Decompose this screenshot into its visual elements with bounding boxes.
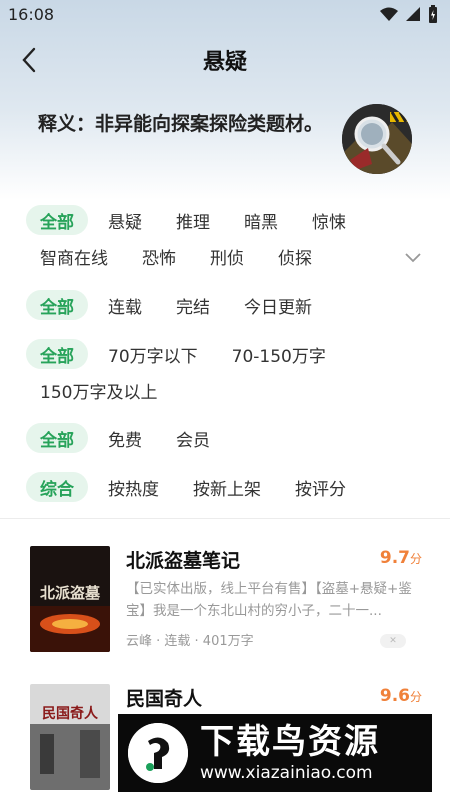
filter-price-vip[interactable]: 会员 — [162, 423, 224, 453]
filter-category-smart[interactable]: 智商在线 — [26, 241, 122, 271]
close-icon[interactable]: ✕ — [380, 634, 406, 648]
filter-price-all[interactable]: 全部 — [26, 423, 88, 453]
filter-category-suspense[interactable]: 悬疑 — [94, 205, 156, 235]
nav-bar: 悬疑 — [0, 38, 450, 82]
sort-popularity[interactable]: 按热度 — [94, 472, 173, 502]
status-icons — [380, 5, 438, 23]
bird-logo-icon — [128, 723, 188, 783]
filter-price-row: 全部 免费 会员 — [26, 423, 224, 453]
book-item[interactable]: 北派盗墓 北派盗墓笔记 9.7分 【已实体出版，线上平台有售】【盗墓+悬疑+鉴宝… — [30, 546, 430, 656]
book-meta: 云峰 · 连载 · 401万字 — [126, 634, 254, 649]
book-score: 9.7分 — [379, 548, 422, 568]
filter-length-all[interactable]: 全部 — [26, 339, 88, 369]
filter-sort-row: 综合 按热度 按新上架 按评分 — [26, 472, 360, 502]
book-cover-text: 民国奇人 — [42, 705, 99, 722]
book-cover-text: 北派盗墓 — [40, 584, 101, 602]
book-score: 9.6分 — [379, 686, 422, 706]
battery-icon — [429, 5, 437, 23]
chevron-left-icon — [22, 47, 36, 73]
filter-status-complete[interactable]: 完结 — [162, 290, 224, 320]
filter-status-serial[interactable]: 连载 — [94, 290, 156, 320]
genre-cover-image — [342, 104, 412, 174]
filter-category-horror[interactable]: 恐怖 — [128, 241, 190, 271]
filter-category-criminal[interactable]: 刑侦 — [196, 241, 258, 271]
watermark-title: 下载鸟资源 — [200, 722, 380, 762]
filter-length-under70[interactable]: 70万字以下 — [94, 339, 212, 369]
filter-category-reasoning[interactable]: 推理 — [162, 205, 224, 235]
book-description: 【已实体出版，线上平台有售】【盗墓+悬疑+鉴宝】我是一个东北山村的穷小子，二十一… — [126, 581, 412, 619]
book-title: 民国奇人 — [126, 688, 203, 710]
filter-status-all[interactable]: 全部 — [26, 290, 88, 320]
status-bar: 16:08 — [0, 0, 450, 28]
filter-length-row1: 全部 70万字以下 70-150万字 — [26, 339, 340, 369]
chevron-down-icon[interactable] — [402, 246, 424, 268]
filter-length-over150[interactable]: 150万字及以上 — [26, 375, 171, 405]
sort-overall[interactable]: 综合 — [26, 472, 88, 502]
filter-category-row2: 智商在线 恐怖 刑侦 侦探 — [26, 241, 326, 271]
filter-category-all[interactable]: 全部 — [26, 205, 88, 235]
sort-rating[interactable]: 按评分 — [281, 472, 360, 502]
filter-category-detective[interactable]: 侦探 — [264, 241, 326, 271]
filter-length-row2: 150万字及以上 — [26, 375, 171, 405]
watermark-text: 下载鸟资源 www.xiazainiao.com — [200, 722, 380, 784]
back-button[interactable] — [14, 44, 44, 76]
filter-category-row1: 全部 悬疑 推理 暗黑 惊悚 — [26, 205, 360, 235]
book-title: 北派盗墓笔记 — [126, 550, 241, 572]
filter-price-free[interactable]: 免费 — [94, 423, 156, 453]
status-time: 16:08 — [8, 4, 55, 24]
filter-status-row: 全部 连载 完结 今日更新 — [26, 290, 326, 320]
watermark-url: www.xiazainiao.com — [200, 763, 373, 783]
wifi-icon — [380, 7, 398, 21]
divider — [0, 518, 450, 519]
page-title: 悬疑 — [202, 50, 247, 75]
filter-length-70to150[interactable]: 70-150万字 — [218, 339, 340, 369]
signal-icon — [406, 7, 420, 21]
sort-newest[interactable]: 按新上架 — [179, 472, 275, 502]
filter-status-today[interactable]: 今日更新 — [230, 290, 326, 320]
filter-category-dark[interactable]: 暗黑 — [230, 205, 292, 235]
filter-category-thriller[interactable]: 惊悚 — [298, 205, 360, 235]
book-cover: 民国奇人 — [30, 684, 110, 790]
book-cover: 北派盗墓 — [30, 546, 110, 652]
watermark-banner: 下载鸟资源 www.xiazainiao.com — [118, 714, 432, 792]
genre-definition: 释义：非异能向探案探险类题材。 — [38, 113, 324, 135]
